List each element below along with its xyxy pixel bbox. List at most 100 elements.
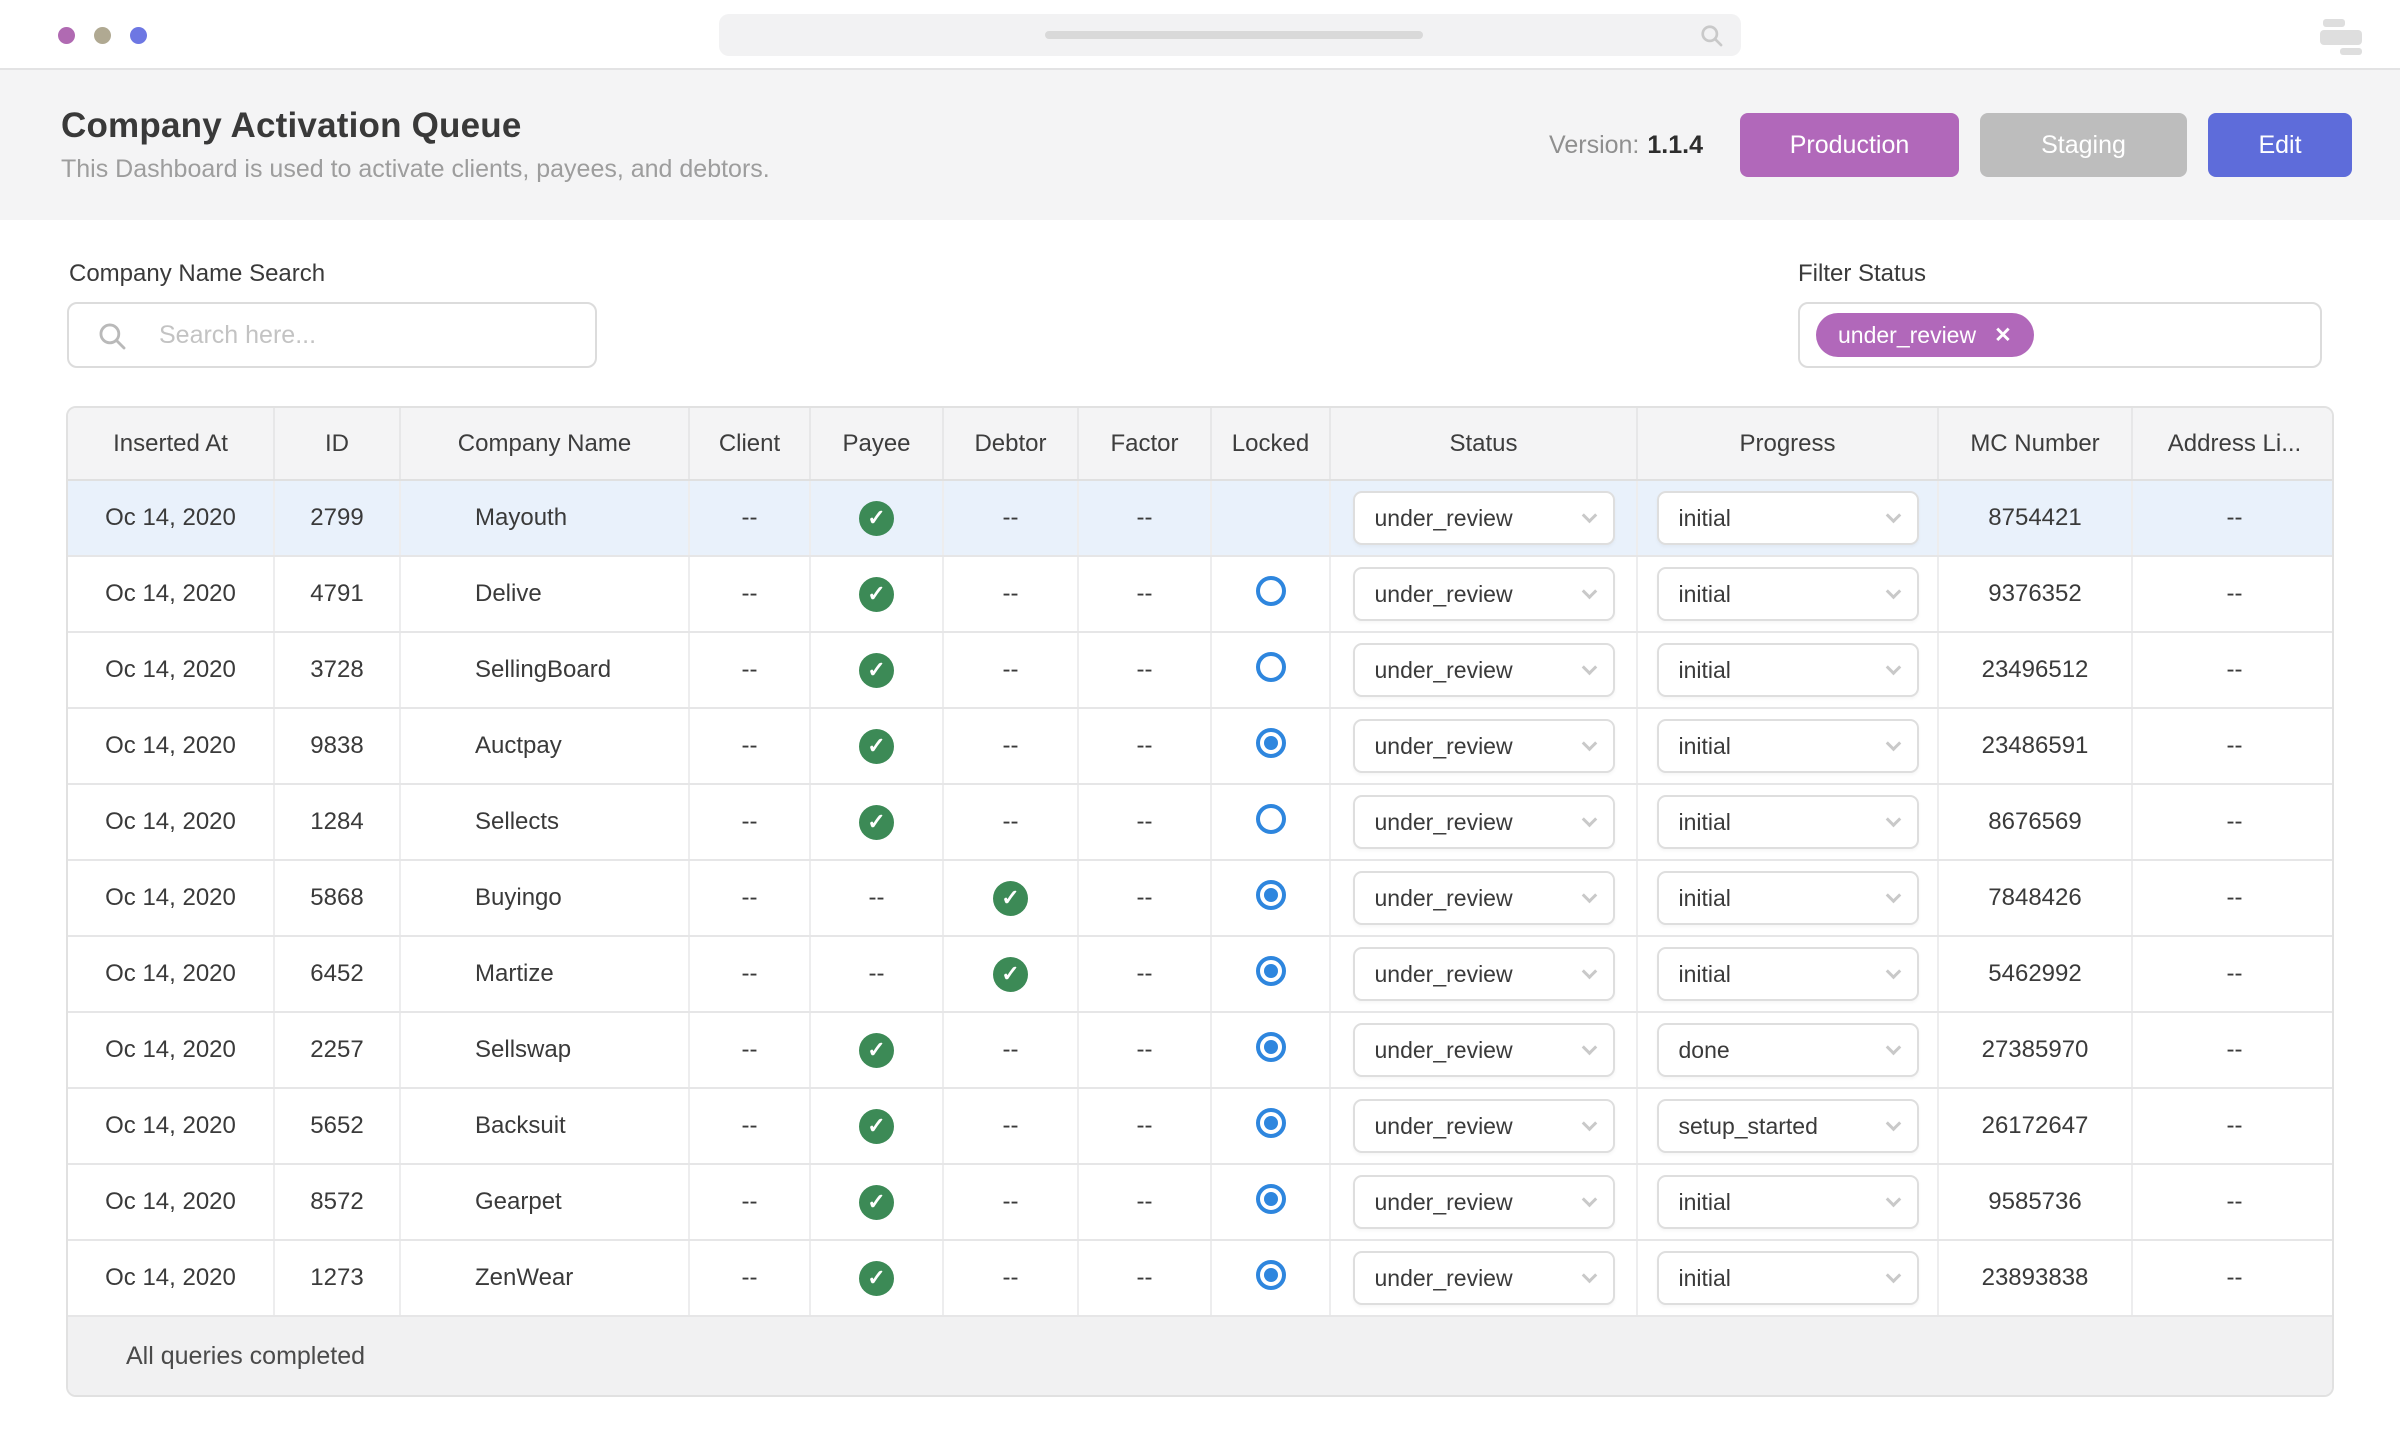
progress-value: initial [1678, 732, 1731, 759]
production-button[interactable]: Production [1740, 113, 1959, 177]
app-header: Company Activation Queue This Dashboard … [0, 70, 2400, 220]
status-dropdown[interactable]: under_review [1352, 491, 1615, 545]
table-row[interactable]: Oc 14, 2020 3728 SellingBoard -- ✓ -- -- under_… [68, 632, 2332, 709]
empty-value: -- [1002, 1264, 1019, 1291]
table-row[interactable]: Oc 14, 2020 9838 Auctpay -- ✓ -- -- under_revie… [68, 708, 2332, 785]
edit-button[interactable]: Edit [2208, 113, 2352, 177]
lock-radio-unselected-icon[interactable] [1255, 803, 1286, 834]
column-header: Address Li... [2132, 408, 2332, 481]
progress-value: setup_started [1678, 1112, 1818, 1139]
cell-mc-number: 26172647 [1938, 1088, 2133, 1165]
lock-radio-unselected-icon[interactable] [1255, 651, 1286, 682]
lock-radio-selected-icon[interactable] [1255, 1107, 1286, 1138]
progress-value: initial [1678, 808, 1731, 835]
table-row[interactable]: Oc 14, 2020 6452 Martize -- -- ✓ -- under_revie… [68, 936, 2332, 1013]
lock-radio-selected-icon[interactable] [1255, 879, 1286, 910]
status-dropdown[interactable]: under_review [1352, 1099, 1615, 1153]
cell-id: 8572 [274, 1164, 401, 1241]
progress-value: initial [1678, 1264, 1731, 1291]
window-controls [58, 27, 147, 44]
remove-filter-icon[interactable]: ✕ [1994, 323, 2012, 348]
check-circle-icon: ✓ [859, 1184, 894, 1220]
chevron-down-icon [1885, 811, 1901, 827]
cell-progress: initial [1637, 556, 1939, 633]
progress-dropdown[interactable]: initial [1656, 1175, 1919, 1229]
cell-debtor: -- [943, 1012, 1079, 1089]
status-dropdown[interactable]: under_review [1352, 871, 1615, 925]
status-dropdown[interactable]: under_review [1352, 795, 1615, 849]
progress-dropdown[interactable]: initial [1656, 1251, 1919, 1305]
browser-menu-icon[interactable] [2320, 19, 2362, 55]
chevron-down-icon [1581, 735, 1597, 751]
lock-radio-selected-icon[interactable] [1255, 1031, 1286, 1062]
empty-value: -- [1136, 1188, 1153, 1215]
progress-dropdown[interactable]: done [1656, 1023, 1919, 1077]
table-row[interactable]: Oc 14, 2020 2257 Sellswap -- ✓ -- -- under_revi… [68, 1012, 2332, 1089]
filter-status-input[interactable]: under_review ✕ [1798, 302, 2322, 368]
check-circle-icon: ✓ [993, 880, 1028, 916]
progress-dropdown[interactable]: initial [1656, 719, 1919, 773]
progress-dropdown[interactable]: setup_started [1656, 1099, 1919, 1153]
company-search-input[interactable] [69, 304, 595, 366]
check-circle-icon: ✓ [859, 1108, 894, 1144]
cell-progress: initial [1637, 936, 1939, 1013]
window-dot-3[interactable] [130, 27, 147, 44]
cell-debtor: -- [943, 632, 1079, 709]
status-dropdown[interactable]: under_review [1352, 947, 1615, 1001]
empty-value: -- [1002, 1188, 1019, 1215]
table-row[interactable]: Oc 14, 2020 1273 ZenWear -- ✓ -- -- under_revie… [68, 1240, 2332, 1317]
cell-locked [1211, 936, 1331, 1013]
check-circle-icon: ✓ [859, 728, 894, 764]
cell-locked [1211, 708, 1331, 785]
companies-table: Inserted At ID Company Name Client Payee Debt… [66, 406, 2334, 1397]
staging-button[interactable]: Staging [1980, 113, 2187, 177]
table-row[interactable]: Oc 14, 2020 5652 Backsuit -- ✓ -- -- under_revi… [68, 1088, 2332, 1165]
lock-radio-selected-icon[interactable] [1255, 727, 1286, 758]
cell-client: -- [689, 936, 811, 1013]
status-dropdown[interactable]: under_review [1352, 643, 1615, 697]
filter-status-label: Filter Status [1798, 260, 1927, 287]
progress-dropdown[interactable]: initial [1656, 947, 1919, 1001]
table-row[interactable]: Oc 14, 2020 4791 Delive -- ✓ -- -- under_review… [68, 556, 2332, 633]
status-dropdown[interactable]: under_review [1352, 1251, 1615, 1305]
cell-company-name: Backsuit [400, 1088, 690, 1165]
cell-mc-number: 5462992 [1938, 936, 2133, 1013]
chevron-down-icon [1581, 887, 1597, 903]
progress-dropdown[interactable]: initial [1656, 491, 1919, 545]
lock-radio-selected-icon[interactable] [1255, 1183, 1286, 1214]
lock-radio-unselected-icon[interactable] [1255, 575, 1286, 606]
table-row[interactable]: Oc 14, 2020 2799 Mayouth -- ✓ -- -- under_revie… [68, 480, 2332, 557]
cell-locked [1211, 556, 1331, 633]
lock-radio-selected-icon[interactable] [1255, 955, 1286, 986]
cell-debtor: -- [943, 480, 1079, 557]
progress-dropdown[interactable]: initial [1656, 643, 1919, 697]
progress-dropdown[interactable]: initial [1656, 795, 1919, 849]
window-dot-1[interactable] [58, 27, 75, 44]
status-dropdown[interactable]: under_review [1352, 567, 1615, 621]
cell-status: under_review [1330, 1088, 1638, 1165]
progress-dropdown[interactable]: initial [1656, 871, 1919, 925]
table-row[interactable]: Oc 14, 2020 1284 Sellects -- ✓ -- -- under_revi… [68, 784, 2332, 861]
lock-radio-selected-icon[interactable] [1255, 1259, 1286, 1290]
window-dot-2[interactable] [94, 27, 111, 44]
column-header: Factor [1078, 408, 1212, 481]
filter-chip[interactable]: under_review ✕ [1816, 313, 2034, 357]
chevron-down-icon [1581, 1115, 1597, 1131]
table-row[interactable]: Oc 14, 2020 5868 Buyingo -- -- ✓ -- under_revie… [68, 860, 2332, 937]
status-dropdown[interactable]: under_review [1352, 719, 1615, 773]
chevron-down-icon [1885, 1267, 1901, 1283]
column-header: Payee [810, 408, 944, 481]
browser-address-bar[interactable] [719, 14, 1741, 56]
cell-inserted-at: Oc 14, 2020 [68, 784, 275, 861]
table-row[interactable]: Oc 14, 2020 8572 Gearpet -- ✓ -- -- under_revie… [68, 1164, 2332, 1241]
status-dropdown[interactable]: under_review [1352, 1023, 1615, 1077]
cell-client: -- [689, 1240, 811, 1317]
filter-chip-label: under_review [1838, 321, 1977, 348]
cell-client: -- [689, 480, 811, 557]
column-header: Inserted At [68, 408, 275, 481]
progress-dropdown[interactable]: initial [1656, 567, 1919, 621]
cell-factor: -- [1078, 936, 1212, 1013]
cell-company-name: Auctpay [400, 708, 690, 785]
status-dropdown[interactable]: under_review [1352, 1175, 1615, 1229]
check-circle-icon: ✓ [993, 956, 1028, 992]
